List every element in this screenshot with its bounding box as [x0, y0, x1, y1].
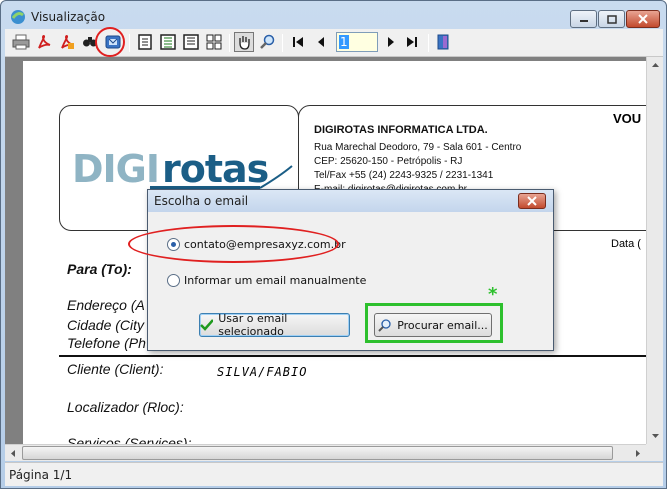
- next-page-button[interactable]: [381, 32, 401, 52]
- dialog-close-button[interactable]: [518, 193, 546, 209]
- scroll-corner: [646, 444, 663, 461]
- radio-selected[interactable]: [167, 238, 180, 251]
- client-label: Cliente (Client):: [67, 361, 164, 377]
- app-icon: [11, 10, 25, 24]
- scroll-left-icon: [11, 450, 15, 457]
- toolbar: 1: [5, 29, 663, 57]
- close-icon: [638, 14, 648, 24]
- title-bar[interactable]: Visualização: [1, 1, 666, 29]
- prev-page-icon: [318, 37, 324, 47]
- page-grid-button[interactable]: [204, 32, 224, 52]
- separator: [129, 34, 130, 52]
- first-page-button[interactable]: [288, 32, 308, 52]
- checkmark-icon: [200, 319, 214, 331]
- date-label: Data (: [611, 238, 641, 250]
- last-page-button[interactable]: [402, 32, 422, 52]
- exit-button[interactable]: [433, 32, 453, 52]
- to-label: Para (To):: [67, 261, 132, 277]
- page-status: Página 1/1: [9, 468, 73, 482]
- page-wide-icon: [183, 34, 199, 50]
- page-number-value: 1: [339, 35, 349, 49]
- horizontal-scroll-thumb[interactable]: [22, 446, 613, 460]
- address-label: Endereço (A: [67, 297, 145, 313]
- svg-text:DIGI: DIGI: [72, 147, 159, 191]
- page-double-button[interactable]: [158, 32, 178, 52]
- dialog-title: Escolha o email: [154, 194, 249, 208]
- scroll-up-icon: [652, 63, 659, 67]
- use-selected-email-button[interactable]: Usar o email selecionado: [199, 312, 350, 338]
- page-double-icon: [160, 34, 176, 50]
- manual-option-label: Informar um email manualmente: [184, 274, 367, 287]
- phone-label: Telefone (Ph: [67, 335, 146, 351]
- separator: [428, 34, 429, 52]
- close-icon: [527, 196, 537, 206]
- search-icon: [378, 319, 391, 332]
- choose-email-dialog: Escolha o email contato@empresaxyz.com.b…: [147, 189, 554, 351]
- page-single-button[interactable]: [135, 32, 155, 52]
- scroll-right-icon: [636, 450, 640, 457]
- locator-label: Localizador (Rloc):: [67, 399, 184, 415]
- prev-page-button[interactable]: [311, 32, 331, 52]
- document-type-label: VOU: [613, 111, 642, 126]
- company-name: DIGIROTAS INFORMATICA LTDA.: [314, 124, 488, 136]
- horizontal-scrollbar[interactable]: [5, 444, 646, 461]
- hand-icon: [239, 36, 250, 50]
- last-page-icon: [407, 37, 417, 47]
- first-page-icon: [293, 37, 303, 47]
- email-button[interactable]: [103, 32, 123, 52]
- next-page-icon: [388, 37, 394, 47]
- search-email-label: Procurar email...: [397, 318, 488, 332]
- page-single-icon: [138, 34, 152, 50]
- email-icon: [105, 35, 121, 49]
- email-option-label: contato@empresaxyz.com.br: [184, 238, 346, 251]
- asterisk-marker: *: [488, 284, 498, 305]
- company-address: Rua Marechal Deodoro, 79 - Sala 601 - Ce…: [314, 142, 522, 153]
- maximize-icon: [606, 14, 617, 24]
- separator: [229, 34, 230, 52]
- find-icon: [83, 37, 97, 47]
- use-selected-email-label: Usar o email selecionado: [218, 312, 288, 338]
- scroll-down-icon: [652, 434, 659, 438]
- svg-text:rotas: rotas: [162, 147, 268, 191]
- search-email-button[interactable]: Procurar email...: [374, 313, 492, 337]
- hand-tool-button[interactable]: [234, 32, 254, 52]
- zoom-button[interactable]: [257, 32, 277, 52]
- preview-window: Visualização 1 DIGI rotas DIGIROTAS INFO…: [0, 0, 667, 489]
- client-value: SILVA/FABIO: [217, 365, 308, 379]
- email-option-manual[interactable]: Informar um email manualmente: [167, 274, 366, 287]
- minimize-button[interactable]: [570, 10, 597, 28]
- email-option-contact[interactable]: contato@empresaxyz.com.br: [167, 238, 346, 251]
- print-icon: [12, 34, 30, 50]
- pdf-export-icon: [61, 35, 74, 49]
- window-title: Visualização: [31, 10, 106, 24]
- company-phone: Tel/Fax +55 (24) 2243-9325 / 2231-1341: [314, 170, 494, 181]
- radio-unselected[interactable]: [167, 274, 180, 287]
- dialog-title-bar[interactable]: Escolha o email: [148, 190, 553, 212]
- exit-icon: [437, 34, 449, 50]
- pdf-icon: [38, 35, 51, 49]
- page-number-input[interactable]: 1: [336, 32, 378, 52]
- status-bar: Página 1/1: [5, 462, 663, 486]
- print-button[interactable]: [11, 32, 31, 52]
- city-label: Cidade (City: [67, 317, 145, 333]
- vertical-scrollbar[interactable]: [646, 57, 663, 444]
- pdf-button[interactable]: [34, 32, 54, 52]
- company-cep: CEP: 25620-150 - Petrópolis - RJ: [314, 156, 463, 167]
- page-wide-button[interactable]: [181, 32, 201, 52]
- find-button[interactable]: [80, 32, 100, 52]
- zoom-icon: [260, 34, 275, 49]
- separator: [282, 34, 283, 52]
- close-button[interactable]: [626, 10, 660, 28]
- minimize-icon: [579, 20, 588, 22]
- divider: [59, 355, 646, 357]
- page-grid-icon: [206, 34, 222, 50]
- maximize-button[interactable]: [598, 10, 625, 28]
- pdf-export-button[interactable]: [57, 32, 77, 52]
- services-label: Serviços (Services):: [67, 435, 192, 444]
